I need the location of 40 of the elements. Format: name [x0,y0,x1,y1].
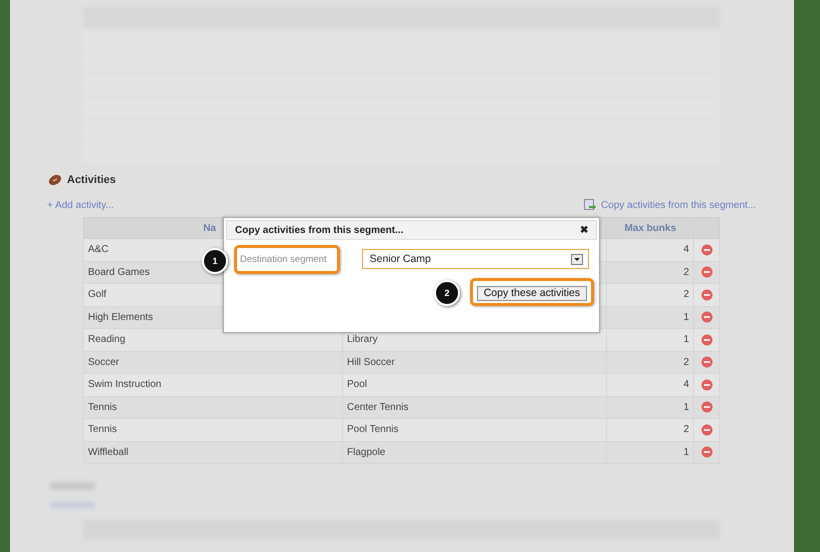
copy-icon [584,199,596,211]
table-cell: 4 [606,374,694,396]
table-cell: Wiffleball [84,441,342,464]
column-header: Max bunks [606,218,694,238]
delete-icon[interactable] [700,401,713,414]
delete-icon[interactable] [700,288,713,301]
field-label: Destination segment [234,244,340,274]
table-cell: Hill Soccer [342,351,607,374]
table-cell: 2 [606,284,694,306]
delete-icon[interactable] [700,311,713,324]
table-cell: 1 [606,396,694,418]
table-cell: 2 [606,418,694,441]
football-icon [48,174,62,186]
table-cell: 2 [606,351,694,374]
delete-icon[interactable] [700,334,713,346]
table-cell: Pool [342,374,607,396]
table-cell: 2 [606,261,694,284]
close-icon[interactable]: ✖ [580,224,588,236]
callout-badge: 2 [434,280,460,306]
table-cell: 1 [606,441,694,464]
table-cell: Tennis [84,418,342,441]
table-cell: 1 [606,328,694,351]
dropdown-icon [570,254,583,264]
delete-icon[interactable] [700,266,713,278]
copy-activities-button[interactable]: Copy these activities [476,286,587,300]
table-cell: Pool Tennis [342,418,607,441]
table-cell: Flagpole [342,441,607,464]
table-cell: 4 [606,238,694,261]
table-cell: Swim Instruction [84,374,342,396]
delete-icon[interactable] [700,446,713,458]
table-cell: Tennis [84,396,342,418]
table-cell: Soccer [84,351,342,374]
delete-icon[interactable] [700,356,713,368]
segment-select[interactable]: Senior Camp [362,249,589,269]
delete-icon[interactable] [700,244,713,256]
section-title: Activities [67,174,116,186]
table-cell: Center Tennis [342,396,607,418]
delete-icon[interactable] [700,378,713,391]
table-cell: 1 [606,306,694,328]
delete-icon[interactable] [700,424,713,436]
